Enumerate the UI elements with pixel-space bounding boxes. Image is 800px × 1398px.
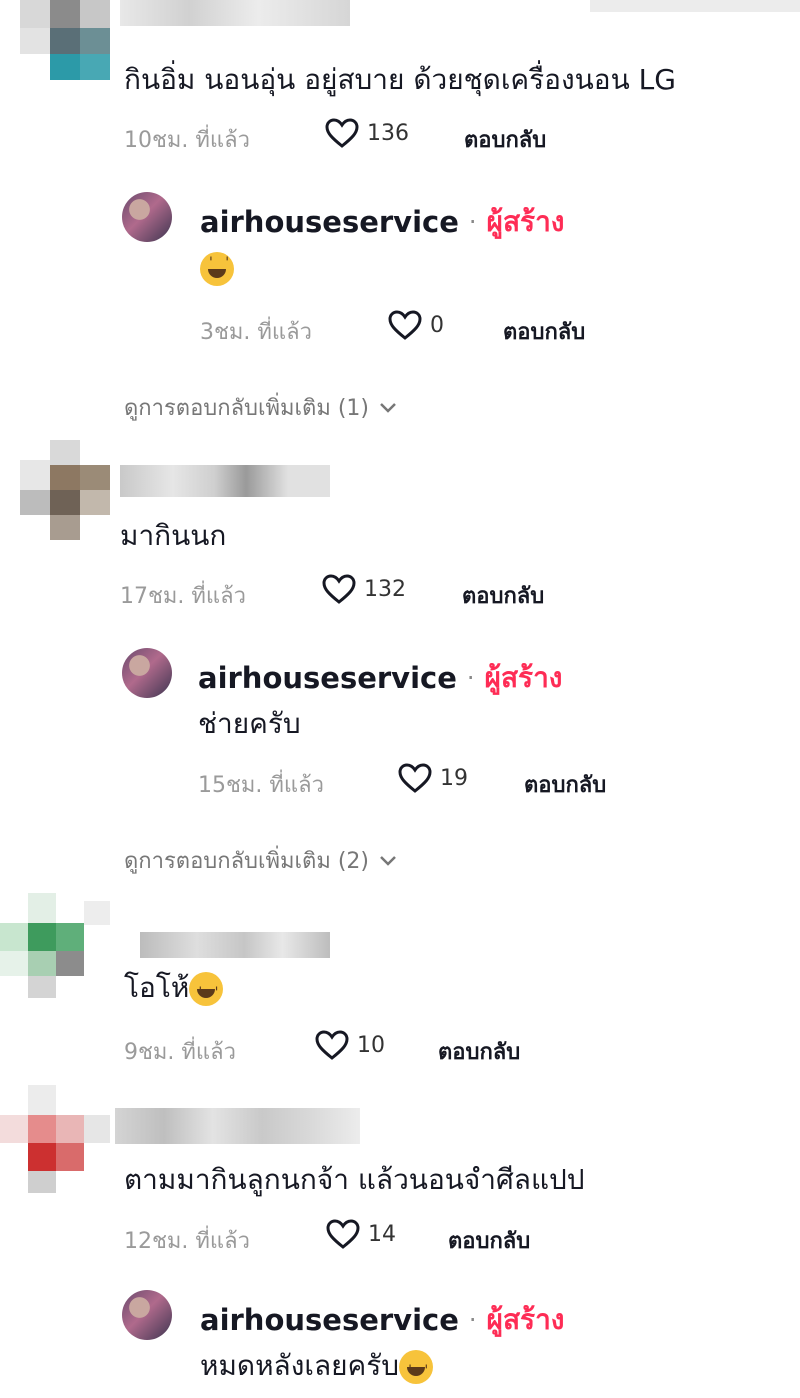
like-count: 0 xyxy=(430,312,444,338)
reply-button[interactable]: ตอบกลับ xyxy=(462,578,544,613)
reply-button[interactable]: ตอบกลับ xyxy=(464,122,546,157)
creator-avatar[interactable] xyxy=(122,648,172,698)
blurred-username xyxy=(120,465,330,497)
comment-time: 17ชม. ที่แล้ว xyxy=(120,584,246,609)
blurred-header-right xyxy=(590,0,800,12)
reply-button[interactable]: ตอบกลับ xyxy=(438,1034,520,1069)
separator-dot: · xyxy=(468,1306,477,1334)
view-more-label: ดูการตอบกลับเพิ่มเติม (1) xyxy=(124,396,369,421)
blurred-avatar xyxy=(0,1085,110,1193)
reply-button[interactable]: ตอบกลับ xyxy=(524,767,606,802)
creator-username[interactable]: airhouseservice xyxy=(200,1303,459,1337)
comment-text: โอโห้ xyxy=(124,970,224,1011)
creator-reply-text: ช่ายครับ xyxy=(198,707,301,740)
reply-button[interactable]: ตอบกลับ xyxy=(448,1223,530,1258)
blurred-avatar xyxy=(0,893,110,998)
like-button[interactable]: 0 xyxy=(388,310,444,340)
creator-username[interactable]: airhouseservice xyxy=(200,205,459,239)
blurred-avatar xyxy=(20,440,110,540)
heart-outline-icon xyxy=(388,310,422,340)
heart-outline-icon xyxy=(315,1030,349,1060)
like-button[interactable]: 136 xyxy=(325,118,409,148)
comment-text: ตามมากินลูกนกจ้า แล้วนอนจำศีลแปป xyxy=(124,1163,585,1196)
comment-time: 12ชม. ที่แล้ว xyxy=(124,1229,250,1254)
comment-text-label: โอโห้ xyxy=(124,971,190,1004)
comment-time: 10ชม. ที่แล้ว xyxy=(124,128,250,153)
heart-outline-icon xyxy=(398,763,432,793)
creator-username[interactable]: airhouseservice xyxy=(198,661,457,695)
like-count: 132 xyxy=(364,576,406,602)
separator-dot: · xyxy=(466,664,475,692)
like-count: 10 xyxy=(357,1032,385,1058)
creator-reply-text xyxy=(200,252,234,286)
grinning-emoji xyxy=(399,1350,434,1389)
like-count: 136 xyxy=(367,120,409,146)
heart-outline-icon xyxy=(322,574,356,604)
like-count: 19 xyxy=(440,765,468,791)
separator-dot: · xyxy=(468,208,477,236)
reply-time: 15ชม. ที่แล้ว xyxy=(198,773,324,798)
chevron-down-icon xyxy=(380,855,396,866)
heart-outline-icon xyxy=(325,118,359,148)
creator-avatar[interactable] xyxy=(122,192,172,242)
blurred-avatar xyxy=(20,0,110,80)
creator-avatar[interactable] xyxy=(122,1290,172,1340)
creator-header: airhouseservice · ผู้สร้าง xyxy=(200,1298,564,1342)
creator-header: airhouseservice · ผู้สร้าง xyxy=(200,200,564,244)
like-button[interactable]: 14 xyxy=(326,1219,396,1249)
reply-button[interactable]: ตอบกลับ xyxy=(503,314,585,349)
like-button[interactable]: 10 xyxy=(315,1030,385,1060)
like-button[interactable]: 132 xyxy=(322,574,406,604)
creator-badge: ผู้สร้าง xyxy=(484,661,563,694)
like-count: 14 xyxy=(368,1221,396,1247)
chevron-down-icon xyxy=(380,402,396,413)
comment-time: 9ชม. ที่แล้ว xyxy=(124,1040,236,1065)
reply-time: 3ชม. ที่แล้ว xyxy=(200,320,312,345)
heart-outline-icon xyxy=(326,1219,360,1249)
view-more-replies[interactable]: ดูการตอบกลับเพิ่มเติม (1) xyxy=(124,390,397,425)
laughing-tears-emoji xyxy=(189,972,224,1011)
creator-reply-label: หมดหลังเลยครับ xyxy=(200,1349,400,1382)
view-more-replies[interactable]: ดูการตอบกลับเพิ่มเติม (2) xyxy=(124,843,397,878)
creator-header: airhouseservice · ผู้สร้าง xyxy=(198,656,562,700)
like-button[interactable]: 19 xyxy=(398,763,468,793)
creator-reply-text: หมดหลังเลยครับ xyxy=(200,1348,434,1389)
creator-badge: ผู้สร้าง xyxy=(486,205,565,238)
comment-text: มากินนก xyxy=(120,519,227,552)
blurred-username xyxy=(140,932,330,958)
comment-text: กินอิ่ม นอนอุ่น อยู่สบาย ด้วยชุดเครื่องน… xyxy=(124,63,676,96)
blurred-username xyxy=(115,1108,360,1144)
creator-badge: ผู้สร้าง xyxy=(486,1303,565,1336)
sweat-smile-emoji xyxy=(200,252,234,286)
view-more-label: ดูการตอบกลับเพิ่มเติม (2) xyxy=(124,849,369,874)
blurred-username xyxy=(120,0,350,26)
